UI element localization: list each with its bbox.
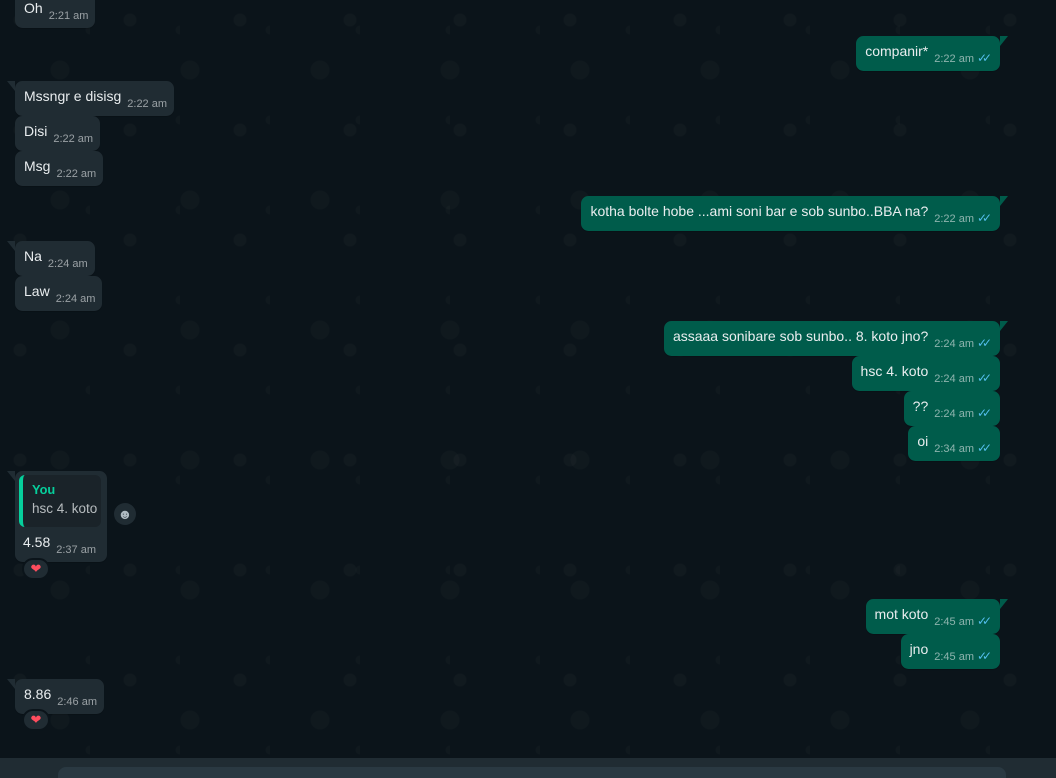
heart-reaction-icon[interactable]: ❤	[22, 709, 50, 731]
message-text: 8.86	[24, 686, 52, 702]
message-input[interactable]	[58, 767, 1006, 778]
message-text: 4.58	[23, 534, 51, 550]
message-time: 2:24 am	[47, 258, 88, 270]
read-ticks-icon: ✓✓	[977, 406, 992, 420]
message-text: assaaa sonibare sob sunbo.. 8. koto jno?	[672, 328, 929, 344]
message-text: ??	[912, 398, 929, 414]
message-text: Law	[24, 283, 50, 299]
time-label: 2:24 am	[934, 338, 974, 350]
message-time: 2:24 am ✓✓	[934, 334, 993, 354]
time-label: 2:45 am	[934, 651, 974, 663]
message-text: companir*	[865, 43, 929, 59]
message-time: 2:45 am ✓✓	[934, 647, 993, 667]
read-ticks-icon: ✓✓	[977, 51, 992, 65]
message-time: 2:34 am ✓✓	[934, 439, 993, 459]
quoted-message[interactable]: You hsc 4. koto	[19, 475, 101, 527]
message-time: 2:22 am	[56, 168, 97, 180]
time-label: 2:22 am	[934, 53, 974, 65]
incoming-message[interactable]: Na 2:24 am	[7, 241, 95, 276]
incoming-message[interactable]: Law 2:24 am	[15, 276, 103, 311]
read-ticks-icon: ✓✓	[977, 441, 992, 455]
message-time: 2:24 am ✓✓	[934, 404, 993, 424]
message-text: kotha bolte hobe ...ami soni bar e sob s…	[590, 203, 929, 219]
outgoing-message[interactable]: mot koto 2:45 am ✓✓	[865, 599, 1009, 634]
message-text: Oh	[24, 0, 43, 16]
message-time: 2:24 am ✓✓	[934, 369, 993, 389]
message-time: 2:22 am	[53, 133, 94, 145]
heart-reaction-icon[interactable]: ❤	[22, 558, 50, 580]
message-text: Disi	[24, 123, 48, 139]
message-text: Mssngr e disisg	[24, 88, 122, 104]
quote-text: hsc 4. koto	[32, 501, 98, 516]
message-time: 2:21 am	[48, 10, 89, 22]
message-time: 2:22 am ✓✓	[934, 49, 993, 69]
message-text: mot koto	[874, 606, 929, 622]
incoming-message[interactable]: Disi 2:22 am	[15, 116, 101, 151]
incoming-message[interactable]: Mssngr e disisg 2:22 am	[6, 81, 175, 116]
message-time: 2:22 am	[127, 98, 168, 110]
time-label: 2:45 am	[934, 616, 974, 628]
outgoing-message[interactable]: ?? 2:24 am ✓✓	[903, 391, 1000, 426]
outgoing-message[interactable]: companir* 2:22 am ✓✓	[856, 36, 1008, 71]
time-label: 2:24 am	[934, 373, 974, 385]
outgoing-message[interactable]: hsc 4. koto 2:24 am ✓✓	[851, 356, 1000, 391]
message-text: Na	[24, 248, 42, 264]
message-time: 2:24 am	[55, 293, 96, 305]
incoming-message[interactable]: Oh 2:21 am	[15, 0, 96, 28]
time-label: 2:22 am	[934, 213, 974, 225]
quote-author: You	[32, 482, 56, 497]
message-time: 2:22 am ✓✓	[934, 209, 993, 229]
message-text: Msg	[24, 158, 51, 174]
message-text: hsc 4. koto	[860, 363, 929, 379]
time-label: 2:34 am	[934, 443, 974, 455]
emoji-reaction-button-icon[interactable]: ☻	[114, 503, 136, 525]
message-time: 2:45 am ✓✓	[934, 612, 993, 632]
outgoing-message[interactable]: oi 2:34 am ✓✓	[908, 426, 1000, 461]
read-ticks-icon: ✓✓	[977, 211, 992, 225]
message-text: oi	[917, 433, 929, 449]
read-ticks-icon: ✓✓	[977, 371, 992, 385]
outgoing-message[interactable]: kotha bolte hobe ...ami soni bar e sob s…	[581, 196, 1008, 231]
message-text: jno	[909, 641, 929, 657]
outgoing-message[interactable]: assaaa sonibare sob sunbo.. 8. koto jno?…	[663, 321, 1009, 356]
read-ticks-icon: ✓✓	[977, 649, 992, 663]
message-time: 2:46 am	[57, 696, 97, 708]
outgoing-message[interactable]: jno 2:45 am ✓✓	[900, 634, 1000, 669]
read-ticks-icon: ✓✓	[977, 614, 992, 628]
message-time: 2:37 am	[56, 544, 96, 556]
read-ticks-icon: ✓✓	[977, 336, 992, 350]
time-label: 2:24 am	[934, 408, 974, 420]
incoming-message[interactable]: Msg 2:22 am	[15, 151, 104, 186]
incoming-reply-message[interactable]: You hsc 4. koto 4.58 2:37 am	[7, 471, 107, 562]
